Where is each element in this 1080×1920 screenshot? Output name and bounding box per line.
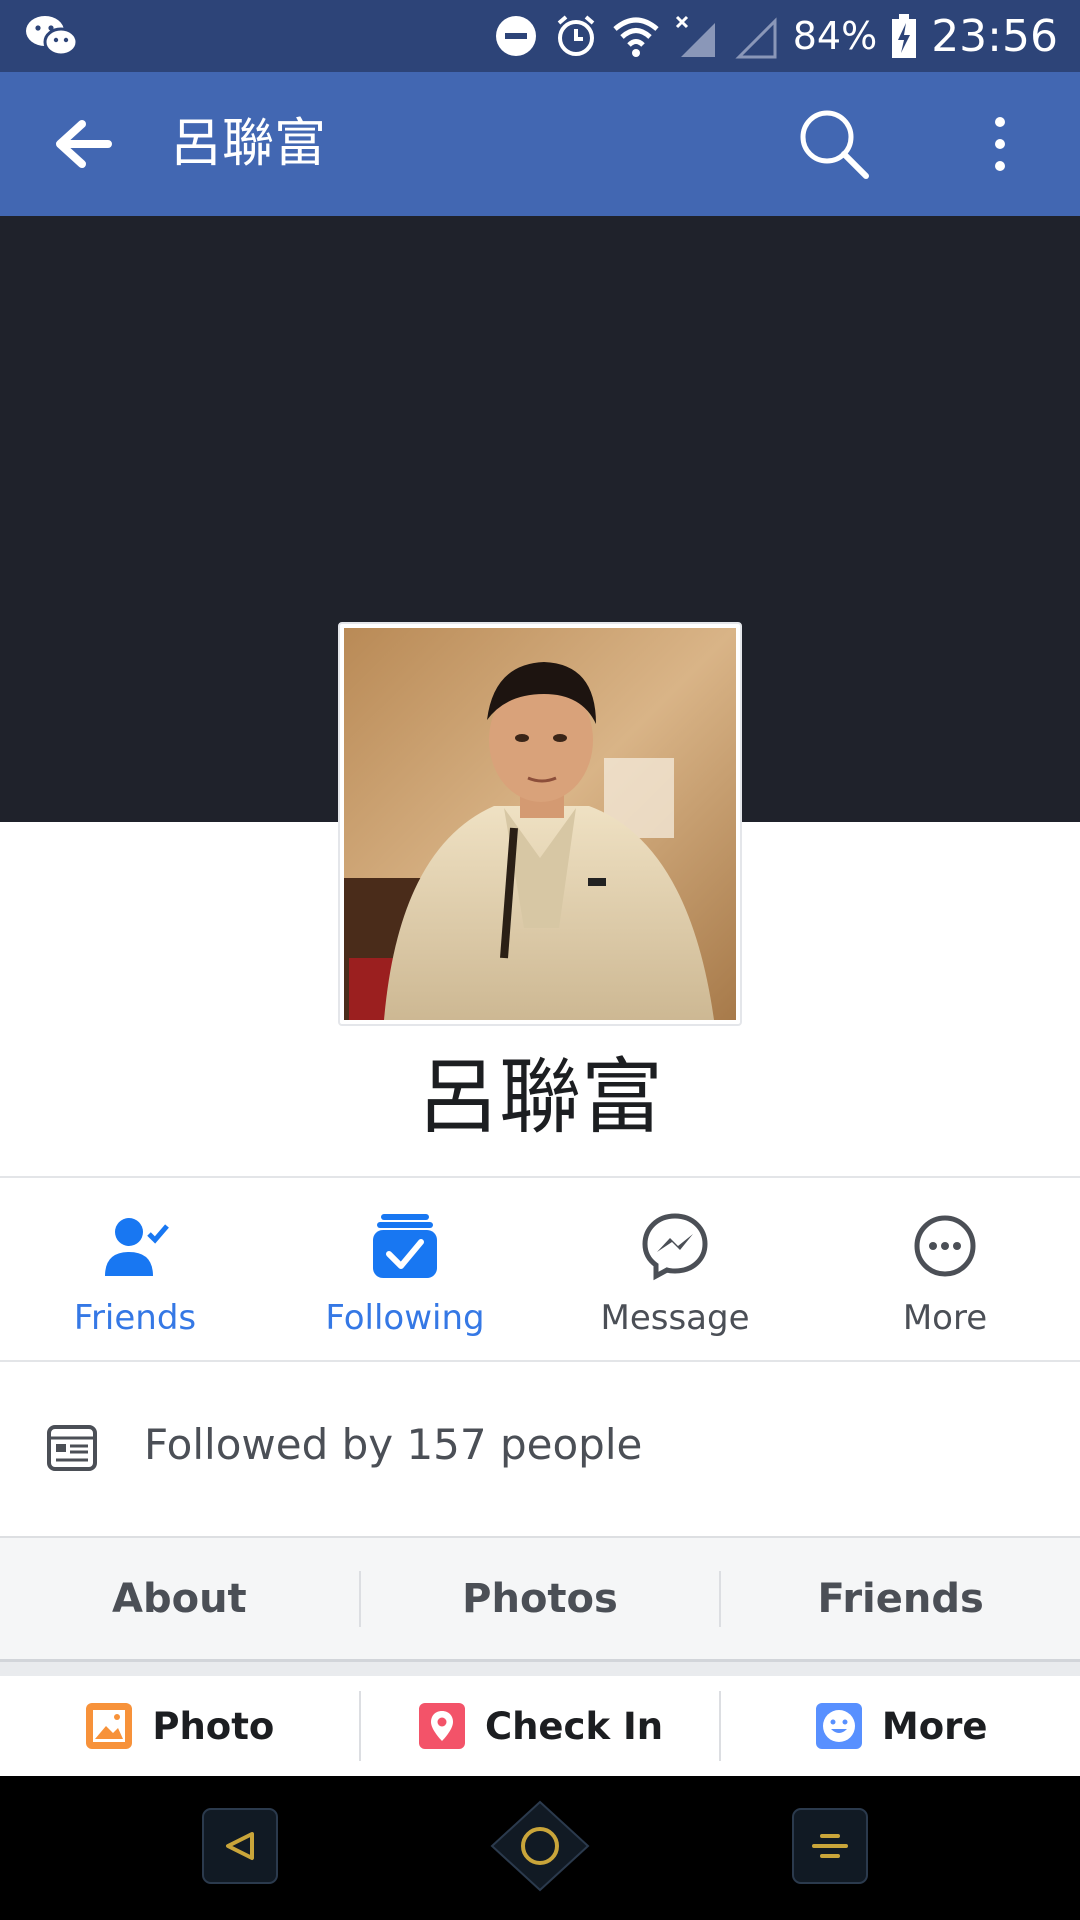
profile-picture[interactable] (344, 628, 736, 1020)
friends-button-label: Friends (73, 1298, 197, 1338)
message-button-label: Message (600, 1298, 750, 1338)
following-button[interactable]: Following (270, 1180, 540, 1360)
check-in-button-label: Check In (484, 1704, 664, 1748)
followers-count-text: Followed by 157 people (144, 1420, 643, 1469)
app-bar: 呂聯富 (0, 72, 1080, 216)
wifi-icon (613, 17, 659, 57)
tab-photos[interactable]: Photos (361, 1570, 722, 1627)
photo-icon (86, 1703, 133, 1749)
friends-button[interactable]: Friends (0, 1180, 270, 1360)
do-not-disturb-icon (495, 16, 536, 56)
check-in-button[interactable]: Check In (361, 1691, 722, 1761)
followers-row[interactable]: Followed by 157 people (0, 1362, 1080, 1532)
composer-bar: Photo Check In More (0, 1676, 1080, 1776)
system-nav-bar (0, 1776, 1080, 1920)
profile-actions: Friends Following Message More (0, 1180, 1080, 1360)
signal-empty-icon (735, 17, 777, 59)
profile-name: 呂聯富 (416, 1050, 663, 1145)
signal-icon (675, 15, 715, 57)
battery-percent: 84% (792, 14, 878, 58)
more-button-label: More (902, 1298, 988, 1338)
arrow-left-icon[interactable] (52, 114, 114, 174)
divider (0, 1176, 1080, 1178)
photo-button-label: Photo (152, 1704, 275, 1748)
recents-icon[interactable] (792, 1808, 868, 1884)
messenger-icon (642, 1213, 708, 1281)
following-button-label: Following (325, 1298, 485, 1338)
photo-button[interactable]: Photo (0, 1691, 361, 1761)
more-vertical-icon[interactable] (982, 114, 1018, 174)
more-button[interactable]: More (810, 1180, 1080, 1360)
alarm-icon (557, 15, 595, 56)
battery-charging-icon (892, 14, 917, 58)
message-button[interactable]: Message (540, 1180, 810, 1360)
tab-about[interactable]: About (0, 1570, 361, 1627)
section-gap (0, 1662, 1080, 1676)
home-circle-icon[interactable] (488, 1800, 592, 1892)
back-triangle-icon[interactable] (202, 1808, 278, 1884)
friends-check-icon (105, 1218, 169, 1276)
location-pin-icon (418, 1703, 465, 1749)
search-icon[interactable] (796, 106, 872, 182)
composer-more-button[interactable]: More (721, 1691, 1080, 1761)
profile-picture-frame[interactable] (338, 622, 742, 1026)
wechat-icon (26, 16, 79, 57)
following-check-icon (373, 1214, 437, 1278)
smiley-icon (815, 1703, 862, 1749)
clock: 23:56 (931, 10, 1058, 62)
page-title: 呂聯富 (170, 114, 327, 174)
status-bar: 84% 23:56 (0, 0, 1080, 72)
more-horizontal-icon (914, 1215, 976, 1277)
followers-card-icon (47, 1425, 97, 1471)
composer-more-label: More (881, 1704, 988, 1748)
profile-tabs: About Photos Friends (0, 1536, 1080, 1662)
tab-friends[interactable]: Friends (721, 1571, 1080, 1627)
